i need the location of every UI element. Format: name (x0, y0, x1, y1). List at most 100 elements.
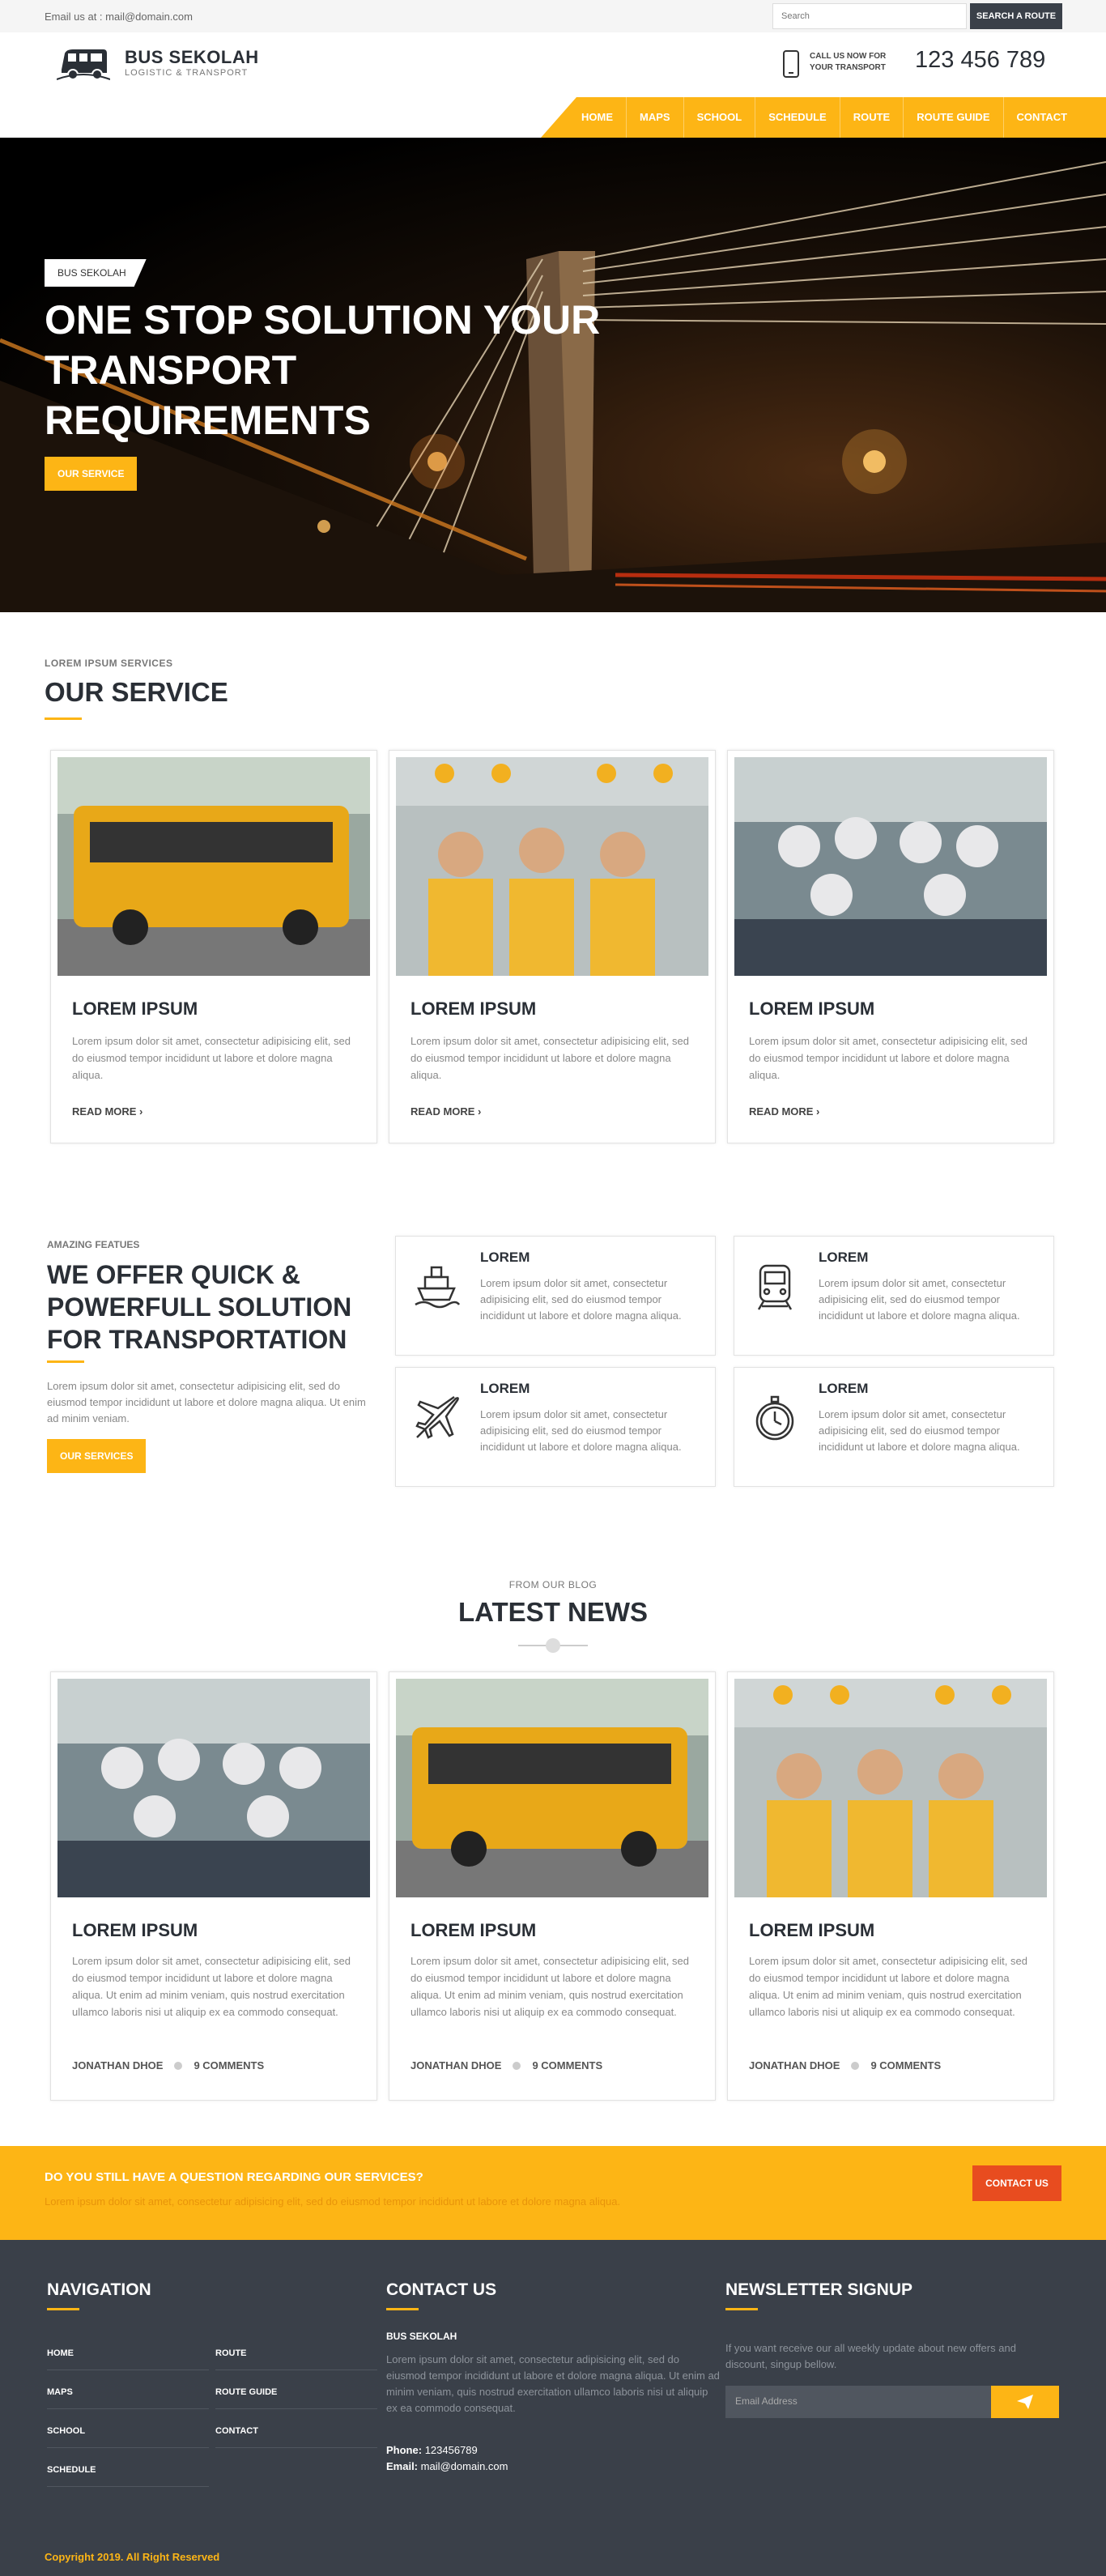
news-comments[interactable]: 9 COMMENTS (194, 2059, 264, 2071)
services-title: OUR SERVICE (45, 677, 228, 707)
feature-box-title: LOREM (819, 1381, 869, 1396)
newsletter-email-input[interactable]: Email Address (725, 2386, 991, 2418)
footer-nav-route-guide[interactable]: ROUTE GUIDE (215, 2376, 377, 2409)
feature-box-text: Lorem ipsum dolor sit amet, consectetur … (819, 1408, 1020, 1453)
news-author[interactable]: JONATHAN DHOE (749, 2059, 840, 2071)
bus-logo-icon[interactable] (57, 45, 110, 83)
paper-plane-icon (1017, 2395, 1033, 2409)
separator-dot (851, 2061, 860, 2070)
news-comments[interactable]: 9 COMMENTS (870, 2059, 941, 2071)
service-card-title: LOREM IPSUM (410, 998, 537, 1019)
nav-item-school[interactable]: SCHOOL (683, 97, 755, 138)
airplane-icon (415, 1395, 459, 1439)
nav-item-contact[interactable]: CONTACT (1002, 97, 1081, 138)
footer-nav-contact[interactable]: CONTACT (215, 2415, 377, 2448)
read-more-link[interactable]: READ MORE › (410, 1105, 481, 1118)
newsletter-submit-button[interactable] (991, 2386, 1059, 2418)
news-card-image-passengers (57, 1679, 370, 1897)
footer-nav-schedule[interactable]: SCHEDULE (47, 2454, 209, 2487)
footer-nav-title: NAVIGATION (47, 2280, 151, 2299)
nav-item-schedule[interactable]: SCHEDULE (755, 97, 840, 138)
cta-contact-us-button[interactable]: CONTACT US (972, 2165, 1061, 2201)
train-icon (757, 1264, 793, 1310)
services-kicker: LOREM IPSUM SERVICES (45, 658, 173, 669)
news-card-title: LOREM IPSUM (410, 1920, 537, 1940)
feature-box-text: Lorem ipsum dolor sit amet, consectetur … (480, 1277, 682, 1322)
news-card-image-bus (396, 1679, 708, 1897)
feature-box: LOREM Lorem ipsum dolor sit amet, consec… (395, 1367, 716, 1487)
footer-newsletter-title: NEWSLETTER SIGNUP (725, 2280, 913, 2299)
hero-our-service-button[interactable]: OUR SERVICE (45, 457, 138, 491)
brand-name[interactable]: BUS SEKOLAH (125, 47, 259, 68)
feature-box: LOREM Lorem ipsum dolor sit amet, consec… (734, 1367, 1054, 1487)
cta-title: DO YOU STILL HAVE A QUESTION REGARDING O… (45, 2170, 423, 2184)
search-route-button[interactable]: SEARCH A ROUTE (970, 3, 1062, 29)
footer-phone-row: Phone: 123456789 (386, 2444, 478, 2456)
news-card-meta: JONATHAN DHOE 9 COMMENTS (410, 2059, 602, 2071)
features-kicker: AMAZING FEATUES (47, 1239, 140, 1250)
nav-item-route-guide[interactable]: ROUTE GUIDE (903, 97, 1002, 138)
footer-nav-route[interactable]: ROUTE (215, 2337, 377, 2370)
contact-email[interactable]: Email us at : mail@domain.com (45, 11, 193, 23)
footer-newsletter-text: If you want receive our all weekly updat… (725, 2342, 1016, 2370)
news-author[interactable]: JONATHAN DHOE (410, 2059, 501, 2071)
service-card-image-passengers (734, 757, 1047, 976)
news-card-text: Lorem ipsum dolor sit amet, consectetur … (410, 1955, 689, 2018)
footer-email[interactable]: mail@domain.com (421, 2460, 508, 2472)
news-author[interactable]: JONATHAN DHOE (72, 2059, 163, 2071)
service-card-image-students (396, 757, 708, 976)
service-card-image-bus (57, 757, 370, 976)
service-card[interactable]: LOREM IPSUM Lorem ipsum dolor sit amet, … (389, 750, 716, 1143)
footer-contact-title: CONTACT US (386, 2280, 497, 2299)
separator-dot (174, 2061, 183, 2070)
nav-item-route[interactable]: ROUTE (839, 97, 904, 138)
phone-label: Phone: (386, 2444, 423, 2456)
footer-nav-maps[interactable]: MAPS (47, 2376, 209, 2409)
news-card-text: Lorem ipsum dolor sit amet, consectetur … (72, 1955, 351, 2018)
service-card-text: Lorem ipsum dolor sit amet, consectetur … (72, 1035, 351, 1081)
service-card[interactable]: LOREM IPSUM Lorem ipsum dolor sit amet, … (50, 750, 377, 1143)
hero-title: ONE STOP SOLUTION YOUR TRANSPORT REQUIRE… (45, 297, 601, 443)
news-card[interactable]: LOREM IPSUM Lorem ipsum dolor sit amet, … (389, 1671, 716, 2101)
footer-nav-home[interactable]: HOME (47, 2337, 209, 2370)
news-card-title: LOREM IPSUM (749, 1920, 875, 1940)
hero-banner: BUS SEKOLAH ONE STOP SOLUTION YOUR TRANS… (0, 138, 1106, 612)
features-text: Lorem ipsum dolor sit amet, consectetur … (47, 1380, 366, 1424)
service-card[interactable]: LOREM IPSUM Lorem ipsum dolor sit amet, … (727, 750, 1054, 1143)
feature-box: LOREM Lorem ipsum dolor sit amet, consec… (734, 1236, 1054, 1356)
footer-nav-underline (47, 2308, 79, 2310)
service-card-title: LOREM IPSUM (749, 998, 875, 1019)
stopwatch-icon (755, 1395, 794, 1441)
footer-contact-text: Lorem ipsum dolor sit amet, consectetur … (386, 2353, 720, 2414)
news-card-text: Lorem ipsum dolor sit amet, consectetur … (749, 1955, 1027, 2018)
service-card-title: LOREM IPSUM (72, 998, 198, 1019)
news-card[interactable]: LOREM IPSUM Lorem ipsum dolor sit amet, … (50, 1671, 377, 2101)
email-label: Email: (386, 2460, 419, 2472)
news-card[interactable]: LOREM IPSUM Lorem ipsum dolor sit amet, … (727, 1671, 1054, 2101)
cta-text: Lorem ipsum dolor sit amet, consectetur … (45, 2195, 621, 2208)
footer-phone[interactable]: 123456789 (425, 2444, 478, 2456)
read-more-link[interactable]: READ MORE › (749, 1105, 819, 1118)
ship-icon (415, 1266, 461, 1309)
footer-newsletter-underline (725, 2308, 758, 2310)
service-card-text: Lorem ipsum dolor sit amet, consectetur … (410, 1035, 689, 1081)
news-comments[interactable]: 9 COMMENTS (532, 2059, 602, 2071)
news-card-title: LOREM IPSUM (72, 1920, 198, 1940)
footer-nav-school[interactable]: SCHOOL (47, 2415, 209, 2448)
read-more-link[interactable]: READ MORE › (72, 1105, 143, 1118)
footer-contact-underline (386, 2308, 419, 2310)
header-phone-number[interactable]: 123 456 789 (915, 47, 1045, 74)
service-card-text: Lorem ipsum dolor sit amet, consectetur … (749, 1035, 1027, 1081)
mobile-phone-icon (783, 50, 799, 78)
main-nav: HOME MAPS SCHOOL SCHEDULE ROUTE ROUTE GU… (541, 97, 1106, 138)
call-us-text: CALL US NOW FOR YOUR TRANSPORT (810, 51, 886, 74)
news-title: LATEST NEWS (457, 1597, 649, 1627)
features-our-services-button[interactable]: OUR SERVICES (47, 1439, 147, 1473)
site-footer: NAVIGATION HOME MAPS SCHOOL SCHEDULE ROU… (0, 2240, 1106, 2576)
nav-item-home[interactable]: HOME (568, 97, 626, 138)
feature-box: LOREM Lorem ipsum dolor sit amet, consec… (395, 1236, 716, 1356)
search-input[interactable] (772, 3, 967, 29)
feature-box-title: LOREM (480, 1250, 530, 1265)
nav-item-maps[interactable]: MAPS (626, 97, 683, 138)
feature-box-title: LOREM (480, 1381, 530, 1396)
